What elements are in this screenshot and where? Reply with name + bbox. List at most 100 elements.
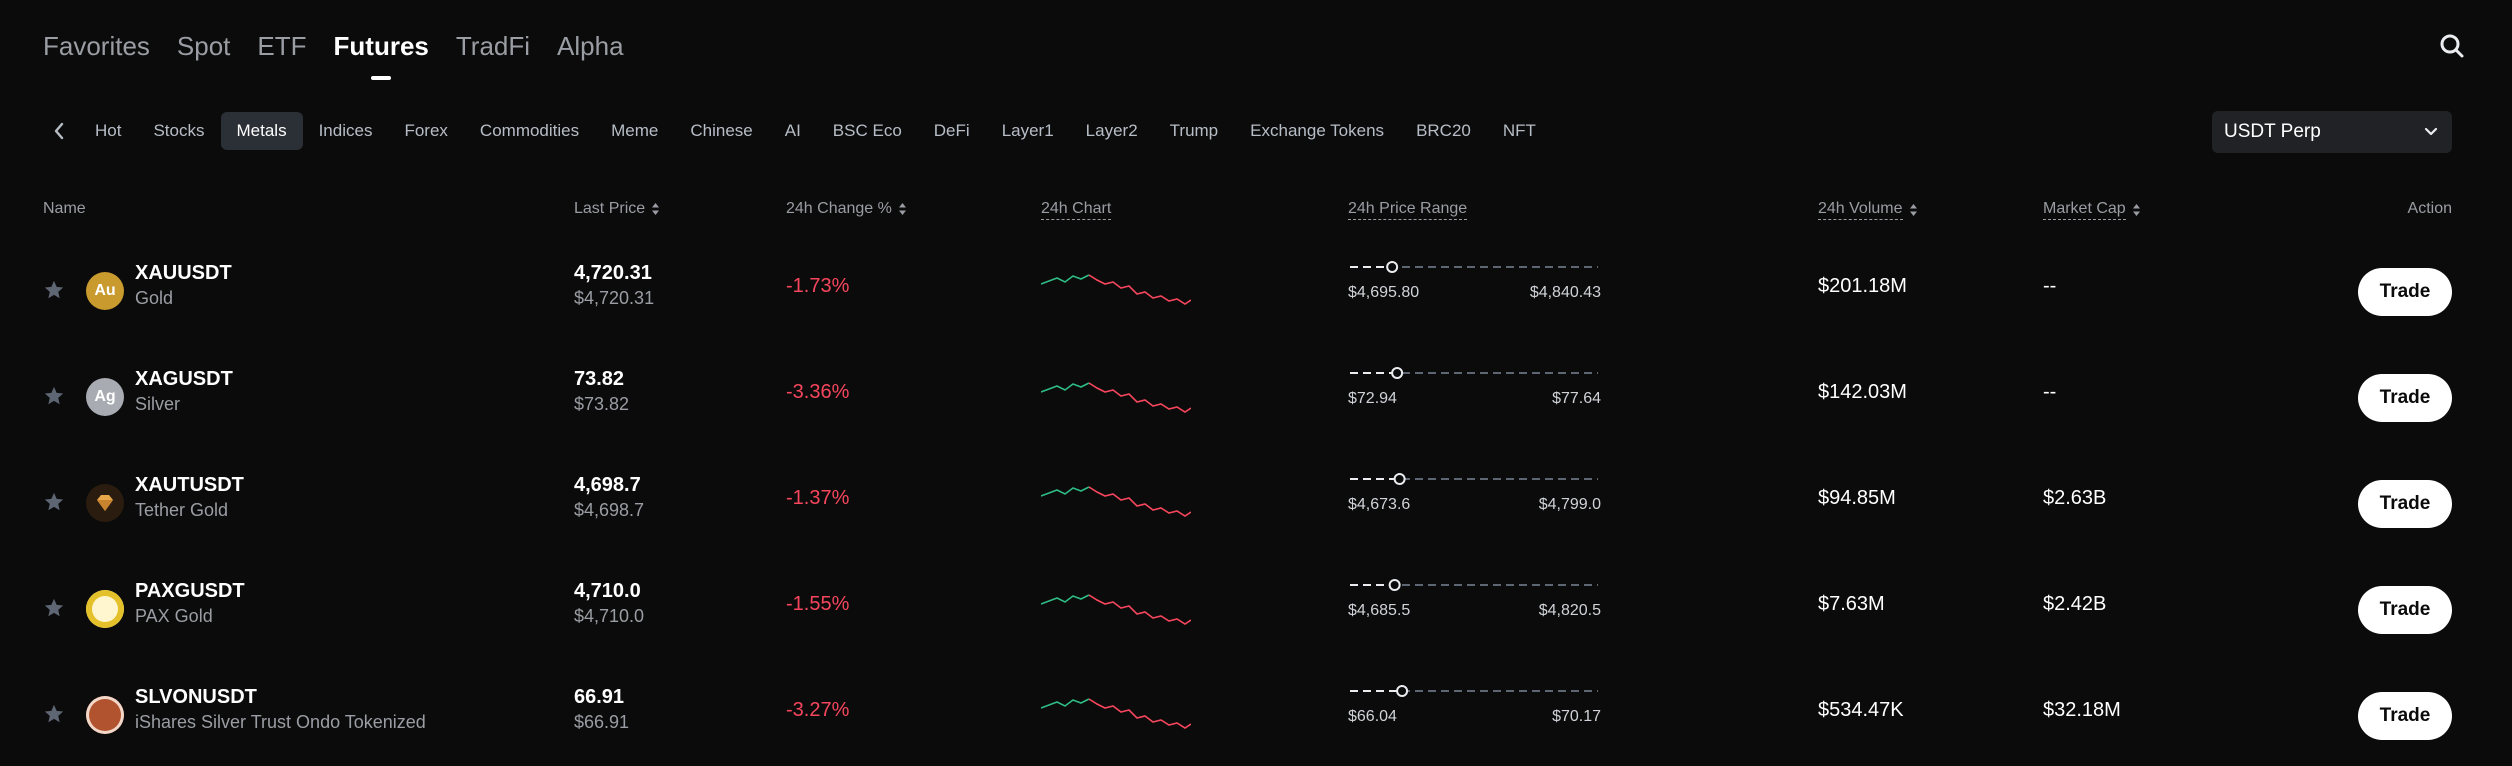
last-price-usd: $73.82 [574, 394, 630, 414]
market-type-tabs: Favorites Spot ETF Futures TradFi Alpha [43, 26, 624, 66]
category-metals[interactable]: Metals [220, 112, 303, 150]
table-row-slvonusdt[interactable]: SLVONUSDT iShares Silver Trust Ondo Toke… [0, 662, 2512, 766]
header-24h-volume[interactable]: 24h Volume [1818, 200, 1918, 220]
silver-coin-icon: Ag [86, 378, 124, 416]
category-exchange-tokens[interactable]: Exchange Tokens [1234, 112, 1400, 150]
header-name: Name [43, 200, 86, 217]
trade-button[interactable]: Trade [2358, 586, 2452, 634]
table-row-paxgusdt[interactable]: PAXGUSDT PAX Gold 4,710.0 $4,710.0 -1.55… [0, 556, 2512, 662]
category-stocks[interactable]: Stocks [137, 112, 220, 150]
tab-favorites[interactable]: Favorites [43, 26, 150, 66]
last-price: 4,710.0 [574, 580, 641, 602]
sparkline-up-segment [1041, 698, 1090, 709]
category-hot[interactable]: Hot [79, 112, 137, 150]
market-cap: $32.18M [2043, 699, 2121, 721]
trade-button[interactable]: Trade [2358, 268, 2452, 316]
star-icon[interactable] [43, 597, 65, 619]
table-header: Name Last Price 24h Change % 24h Chart 2… [0, 200, 2512, 222]
header-24h-change[interactable]: 24h Change % [786, 200, 907, 218]
header-last-price[interactable]: Last Price [574, 200, 660, 218]
star-icon[interactable] [43, 385, 65, 407]
category-ai[interactable]: AI [769, 112, 817, 150]
sparkline-up-segment [1041, 382, 1090, 393]
tab-futures[interactable]: Futures [334, 26, 429, 66]
volume-24h: $534.47K [1818, 699, 1904, 721]
trade-button[interactable]: Trade [2358, 374, 2452, 422]
symbol[interactable]: XAUUSDT [135, 262, 232, 285]
star-icon[interactable] [43, 491, 65, 513]
table-row-xauusdt[interactable]: Au XAUUSDT Gold 4,720.31 $4,720.31 -1.73… [0, 238, 2512, 344]
search-icon [2440, 34, 2464, 58]
tab-etf[interactable]: ETF [257, 26, 306, 66]
asset-name: Silver [135, 394, 181, 414]
category-brc20[interactable]: BRC20 [1400, 112, 1487, 150]
category-layer2[interactable]: Layer2 [1070, 112, 1154, 150]
change-24h: -1.37% [786, 487, 850, 509]
symbol[interactable]: PAXGUSDT [135, 580, 245, 603]
sparkline-chart [1041, 274, 1191, 305]
header-market-cap[interactable]: Market Cap [2043, 200, 2141, 220]
trade-button[interactable]: Trade [2358, 692, 2452, 740]
sparkline-chart [1041, 594, 1191, 625]
header-action: Action [2407, 200, 2452, 217]
range-high: $77.64 [1552, 390, 1601, 407]
tab-spot[interactable]: Spot [177, 26, 231, 66]
asset-name: Gold [135, 288, 174, 308]
sparkline-up-segment [1041, 594, 1090, 605]
range-high: $4,840.43 [1529, 284, 1601, 301]
star-icon[interactable] [43, 703, 65, 725]
category-defi[interactable]: DeFi [918, 112, 986, 150]
category-trump[interactable]: Trump [1154, 112, 1235, 150]
range-low: $72.94 [1348, 390, 1397, 407]
sparkline-down-segment [1088, 274, 1191, 305]
scroll-left-button[interactable] [43, 112, 75, 150]
last-price-usd: $4,720.31 [574, 288, 655, 308]
markets-page: Favorites Spot ETF Futures TradFi Alpha … [0, 0, 2512, 766]
pax-gold-icon [86, 590, 124, 628]
chevron-left-icon [54, 122, 64, 140]
coin-icon-text: Au [94, 282, 116, 299]
category-bsc-eco[interactable]: BSC Eco [817, 112, 918, 150]
category-indices[interactable]: Indices [303, 112, 389, 150]
price-range-bar [1350, 367, 1598, 379]
contract-type-select[interactable]: USDT Perp [2212, 111, 2452, 153]
table-row-xautusdt[interactable]: XAUTUSDT Tether Gold 4,698.7 $4,698.7 -1… [0, 450, 2512, 556]
volume-24h: $94.85M [1818, 487, 1896, 509]
tab-tradfi[interactable]: TradFi [456, 26, 530, 66]
symbol[interactable]: XAUTUSDT [135, 474, 244, 497]
header-24h-price-range: 24h Price Range [1348, 200, 1468, 220]
asset-name: iShares Silver Trust Ondo Tokenized [135, 712, 426, 732]
star-icon[interactable] [43, 279, 65, 301]
tether-gold-icon [86, 484, 124, 522]
change-24h: -1.73% [786, 275, 850, 297]
header-24h-chart: 24h Chart [1041, 200, 1112, 220]
sparkline-up-segment [1041, 486, 1090, 497]
ishares-icon [86, 696, 124, 734]
category-commodities[interactable]: Commodities [464, 112, 595, 150]
range-marker [1396, 685, 1409, 697]
range-marker [1386, 261, 1399, 273]
category-meme[interactable]: Meme [595, 112, 674, 150]
range-low: $66.04 [1348, 708, 1397, 725]
symbol[interactable]: SLVONUSDT [135, 686, 257, 709]
category-forex[interactable]: Forex [388, 112, 463, 150]
trade-button[interactable]: Trade [2358, 480, 2452, 528]
last-price: 4,698.7 [574, 474, 641, 496]
last-price-usd: $66.91 [574, 712, 630, 732]
sparkline-down-segment [1088, 698, 1191, 729]
symbol[interactable]: XAGUSDT [135, 368, 233, 391]
range-marker [1393, 473, 1406, 485]
last-price-usd: $4,698.7 [574, 500, 645, 520]
category-nft[interactable]: NFT [1487, 112, 1552, 150]
sparkline-down-segment [1088, 486, 1191, 517]
category-layer1[interactable]: Layer1 [986, 112, 1070, 150]
sort-icon [652, 203, 660, 215]
price-range-bar [1350, 261, 1598, 273]
category-chinese[interactable]: Chinese [674, 112, 768, 150]
search-button[interactable] [2436, 30, 2468, 62]
tab-alpha[interactable]: Alpha [557, 26, 624, 66]
range-high: $4,799.0 [1538, 496, 1601, 513]
sparkline-chart [1041, 486, 1191, 517]
table-row-xagusdt[interactable]: Ag XAGUSDT Silver 73.82 $73.82 -3.36% $7… [0, 344, 2512, 450]
last-price-usd: $4,710.0 [574, 606, 645, 626]
